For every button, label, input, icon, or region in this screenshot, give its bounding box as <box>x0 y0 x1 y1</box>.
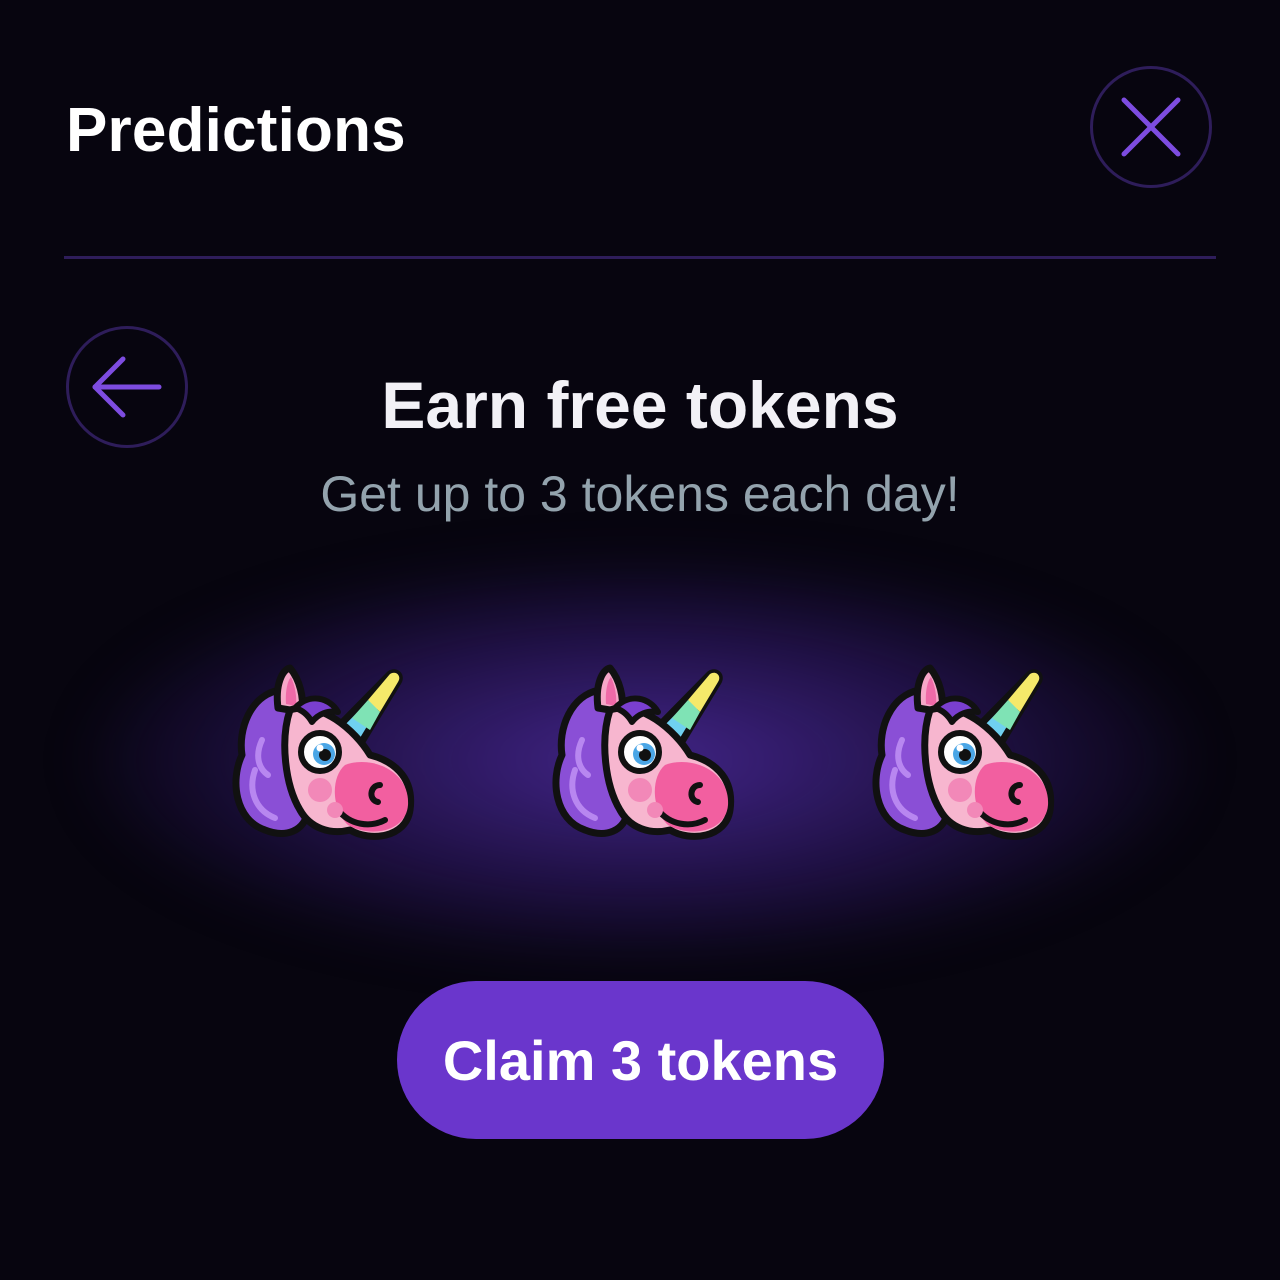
close-button[interactable] <box>1090 66 1212 188</box>
unicorn-icon <box>540 660 740 850</box>
subheading: Get up to 3 tokens each day! <box>320 466 960 522</box>
unicorn-icon <box>220 660 420 850</box>
close-icon <box>1121 97 1181 157</box>
heading: Earn free tokens <box>381 368 899 442</box>
unicorn-icon <box>860 660 1060 850</box>
header-divider <box>64 256 1216 259</box>
claim-tokens-button[interactable]: Claim 3 tokens <box>397 981 884 1139</box>
page-title: Predictions <box>66 96 406 165</box>
